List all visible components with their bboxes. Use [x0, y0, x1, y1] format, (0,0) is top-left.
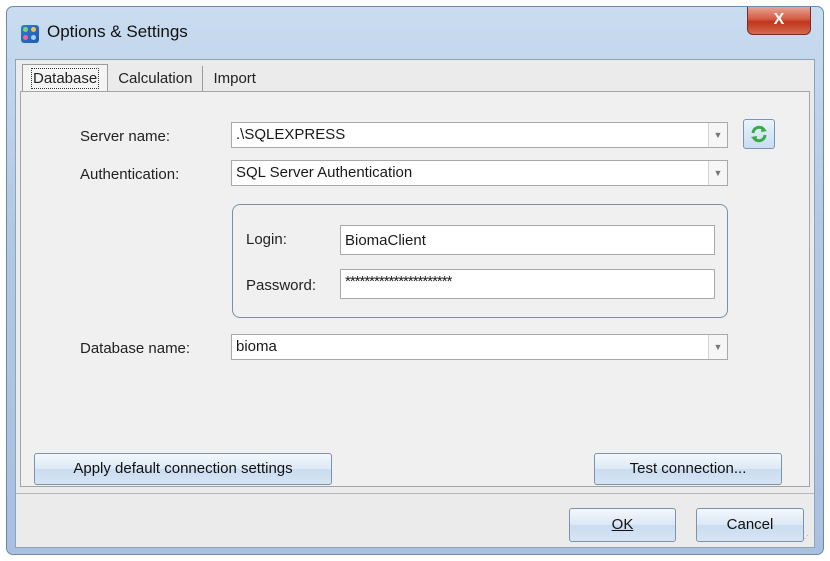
authentication-value: SQL Server Authentication: [236, 164, 413, 181]
ok-button[interactable]: OK: [569, 508, 676, 542]
window-title: Options & Settings: [47, 22, 188, 41]
options-settings-window: Options & Settings X Database Calculatio…: [6, 6, 824, 555]
login-field[interactable]: BiomaClient: [340, 225, 715, 255]
close-button[interactable]: X: [747, 7, 811, 35]
authentication-label: Authentication:: [80, 166, 180, 183]
app-grid-icon: [21, 25, 39, 43]
title-bar[interactable]: Options & Settings X: [7, 7, 823, 59]
credentials-group: Login: BiomaClient Password: ***********…: [232, 204, 728, 318]
refresh-servers-button[interactable]: [743, 119, 775, 149]
server-name-label: Server name:: [80, 128, 171, 145]
tab-database[interactable]: Database: [22, 64, 109, 93]
database-name-label: Database name:: [80, 340, 191, 357]
chevron-down-icon[interactable]: ▼: [708, 161, 727, 185]
database-name-value: bioma: [236, 338, 277, 355]
tab-database-label: Database: [30, 68, 100, 89]
login-value: BiomaClient: [345, 232, 426, 249]
cancel-button-label: Cancel: [726, 516, 774, 533]
password-field[interactable]: **********************: [340, 269, 715, 299]
footer-divider: [16, 493, 814, 494]
password-value: **********************: [345, 273, 452, 290]
tab-calculation[interactable]: Calculation: [108, 66, 204, 92]
tab-strip: Database Calculation Import: [22, 64, 266, 93]
password-label: Password:: [246, 277, 317, 294]
server-name-value: .\SQLEXPRESS: [236, 126, 346, 143]
server-name-combo[interactable]: .\SQLEXPRESS ▼: [231, 122, 728, 148]
database-name-combo[interactable]: bioma ▼: [231, 334, 728, 360]
test-connection-button[interactable]: Test connection...: [594, 453, 782, 485]
chevron-down-icon[interactable]: ▼: [708, 123, 727, 147]
authentication-combo[interactable]: SQL Server Authentication ▼: [231, 160, 728, 186]
dialog-body: Database Calculation Import Server name:…: [15, 59, 815, 548]
login-label: Login:: [246, 231, 287, 248]
database-tab-panel: Server name: .\SQLEXPRESS ▼ Authenticati…: [20, 91, 810, 487]
ok-button-label: OK: [611, 516, 634, 533]
tab-import[interactable]: Import: [203, 66, 266, 92]
chevron-down-icon[interactable]: ▼: [708, 335, 727, 359]
resize-grip-icon[interactable]: ⋰: [801, 534, 811, 544]
apply-default-settings-button[interactable]: Apply default connection settings: [34, 453, 332, 485]
refresh-icon: [751, 125, 767, 143]
cancel-button[interactable]: Cancel: [696, 508, 804, 542]
